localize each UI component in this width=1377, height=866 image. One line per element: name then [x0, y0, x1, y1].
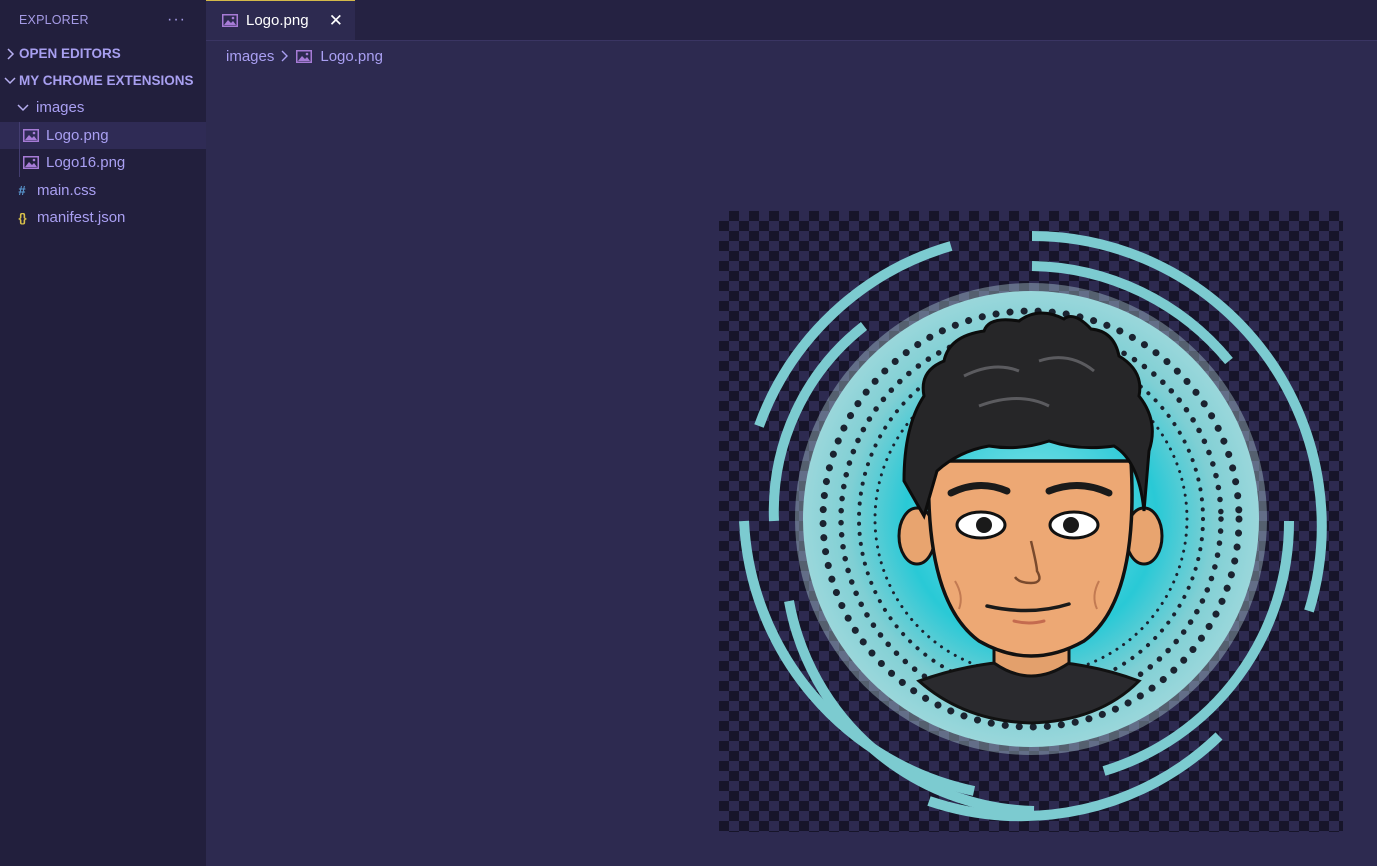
- explorer-sidebar: EXPLORER ··· OPEN EDITORS MY CHROME EXTE…: [0, 0, 206, 866]
- css-file-icon: #: [18, 182, 26, 198]
- chevron-down-icon: [16, 103, 30, 113]
- chevron-down-icon: [3, 76, 17, 86]
- tab-logo-png[interactable]: Logo.png ✕: [206, 0, 355, 40]
- tree-file-label: Logo.png: [46, 126, 109, 144]
- tree-file-label: manifest.json: [37, 209, 126, 227]
- section-project[interactable]: MY CHROME EXTENSIONS: [0, 67, 206, 94]
- tree-folder-images[interactable]: images: [0, 94, 206, 122]
- tree-file-label: Logo16.png: [46, 154, 126, 172]
- breadcrumb-folder[interactable]: images: [226, 48, 274, 65]
- tree-file-logo16[interactable]: Logo16.png: [0, 149, 206, 177]
- image-file-icon: [23, 156, 39, 170]
- tree-file-label: main.css: [37, 181, 97, 199]
- indent-guide: [19, 149, 20, 177]
- breadcrumb-file[interactable]: Logo.png: [320, 48, 383, 65]
- json-file-icon: {}: [18, 210, 26, 225]
- tree-file-logo[interactable]: Logo.png: [0, 121, 206, 149]
- image-preview: [719, 211, 1343, 832]
- section-open-editors[interactable]: OPEN EDITORS: [0, 40, 206, 67]
- chevron-right-icon: [3, 47, 17, 60]
- chevron-right-icon: [280, 50, 289, 62]
- more-actions-icon[interactable]: ···: [167, 12, 186, 28]
- image-file-icon: [296, 49, 313, 63]
- indent-guide: [19, 121, 20, 149]
- close-icon[interactable]: ✕: [329, 12, 343, 29]
- tree-folder-label: images: [36, 99, 85, 117]
- explorer-header: EXPLORER ···: [0, 0, 206, 40]
- image-file-icon: [23, 128, 39, 142]
- explorer-title: EXPLORER: [19, 13, 89, 27]
- avatar-image: [739, 231, 1327, 822]
- tab-label: Logo.png: [246, 12, 309, 29]
- section-open-editors-label: OPEN EDITORS: [19, 46, 121, 61]
- tree-file-manifest-json[interactable]: {} manifest.json: [0, 204, 206, 232]
- tab-bar: Logo.png ✕: [206, 0, 1377, 41]
- breadcrumb: images Logo.png: [226, 44, 383, 68]
- image-file-icon: [222, 14, 238, 27]
- tree-file-main-css[interactable]: # main.css: [0, 177, 206, 205]
- section-project-label: MY CHROME EXTENSIONS: [19, 73, 194, 88]
